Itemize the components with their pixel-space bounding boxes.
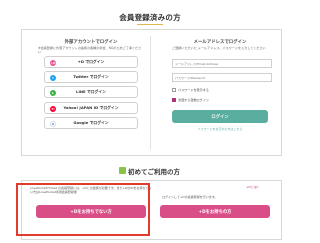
password-field[interactable]: [172, 73, 272, 82]
panel-divider: [150, 36, 151, 150]
twitter-login-label: Twitter でログイン: [73, 74, 109, 79]
external-description: ※会員登録に外部アカウントの連携の各種の場合、NGのためご了承ください: [38, 46, 142, 55]
line-icon: L: [50, 89, 56, 96]
twitter-icon: t: [50, 74, 56, 81]
plus-d-icon: +D: [50, 59, 56, 66]
line-login-button[interactable]: L LINE でログイン: [44, 86, 138, 98]
first-time-right-text: ログインして+Dの会員登録を行います。: [162, 195, 218, 199]
login-button[interactable]: ログイン: [172, 110, 268, 123]
line-login-label: LINE でログイン: [76, 89, 106, 94]
show-password-label: パスワードを表示する: [178, 88, 209, 92]
first-time-icon: [119, 167, 126, 174]
yahoo-icon: Y!: [50, 105, 56, 112]
forgot-password-link[interactable]: パスワードをお忘れの方はこちら: [172, 127, 268, 131]
yahoo-login-label: Yahoo! JAPAN ID でログイン: [63, 105, 119, 110]
what-is-plus-d-link[interactable]: +Dとは?: [246, 185, 258, 189]
member-title: 会員登録済みの方: [119, 13, 181, 22]
keep-login-checkbox[interactable]: [172, 97, 176, 102]
email-description: ご登録いただいた メールアドレス、パスワードを入力してください: [172, 46, 266, 50]
external-heading: 外部アカウントでログイン: [64, 40, 118, 45]
keep-login-row[interactable]: 次回から自動ログイン: [172, 97, 209, 102]
google-login-label: Google でログイン: [73, 120, 109, 125]
yahoo-login-button[interactable]: Y! Yahoo! JAPAN ID でログイン: [44, 102, 138, 114]
email-heading: メールアドレスでログイン: [193, 40, 247, 45]
email-field[interactable]: [172, 59, 272, 68]
twitter-login-button[interactable]: t Twitter でログイン: [44, 71, 138, 83]
plus-d-login-button[interactable]: +D +D でログイン: [44, 56, 138, 68]
plus-d-login-label: +D でログイン: [77, 59, 105, 64]
highlight-box: [16, 183, 150, 236]
keep-login-label: 次回から自動ログイン: [178, 98, 209, 102]
google-login-button[interactable]: G Google でログイン: [44, 117, 138, 129]
first-time-title: 初めてご利用の方: [128, 168, 180, 176]
have-plus-d-account-button[interactable]: +Dをお持ちの方: [160, 205, 270, 218]
show-password-row[interactable]: パスワードを表示する: [172, 87, 209, 92]
google-icon: G: [50, 120, 56, 127]
show-password-checkbox[interactable]: [172, 87, 176, 92]
title-underline: [137, 24, 163, 25]
